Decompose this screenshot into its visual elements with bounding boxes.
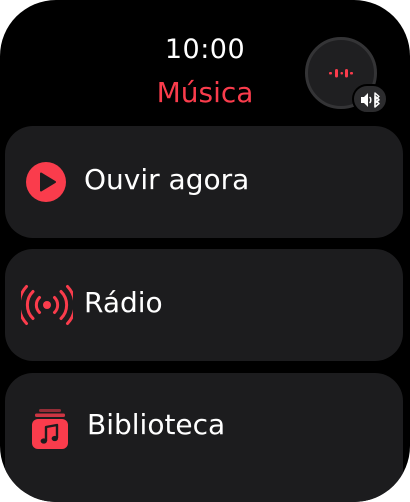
watch-screen: 10:00 Música Ouvir agora Rádio Bibliotec… xyxy=(0,0,410,502)
audio-output-badge[interactable] xyxy=(352,84,388,114)
menu-item-radio[interactable]: Rádio xyxy=(5,249,403,361)
play-circle-icon xyxy=(26,162,66,202)
menu-item-label: Rádio xyxy=(84,286,163,319)
radio-broadcast-icon xyxy=(21,285,73,325)
library-music-icon xyxy=(32,409,68,449)
menu-item-listen-now[interactable]: Ouvir agora xyxy=(5,126,403,238)
waveform-icon xyxy=(329,69,353,78)
menu-item-label: Biblioteca xyxy=(87,408,226,441)
speaker-bluetooth-icon xyxy=(361,92,380,108)
menu-item-label: Ouvir agora xyxy=(84,163,250,196)
menu-item-library[interactable]: Biblioteca xyxy=(5,373,403,502)
